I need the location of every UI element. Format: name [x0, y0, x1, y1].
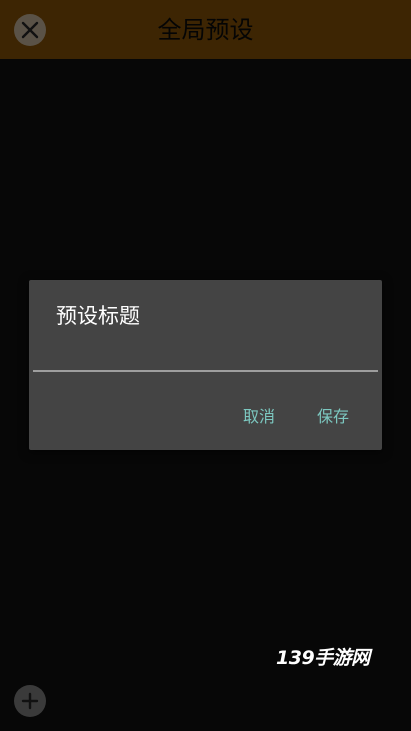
preset-title-dialog: 预设标题 取消 保存 [29, 280, 382, 450]
add-preset-button[interactable] [14, 685, 46, 717]
top-bar: 全局预设 [0, 0, 411, 59]
screen: 全局预设 预设标题 取消 保存 139手游网 [0, 0, 411, 731]
dialog-title: 预设标题 [56, 304, 140, 328]
watermark-logo: 139手游网 [276, 647, 370, 669]
plus-icon [21, 692, 39, 710]
page-title: 全局预设 [157, 16, 254, 44]
save-button[interactable]: 保存 [317, 404, 349, 430]
cancel-button[interactable]: 取消 [243, 404, 275, 430]
preset-title-input[interactable] [33, 342, 378, 372]
